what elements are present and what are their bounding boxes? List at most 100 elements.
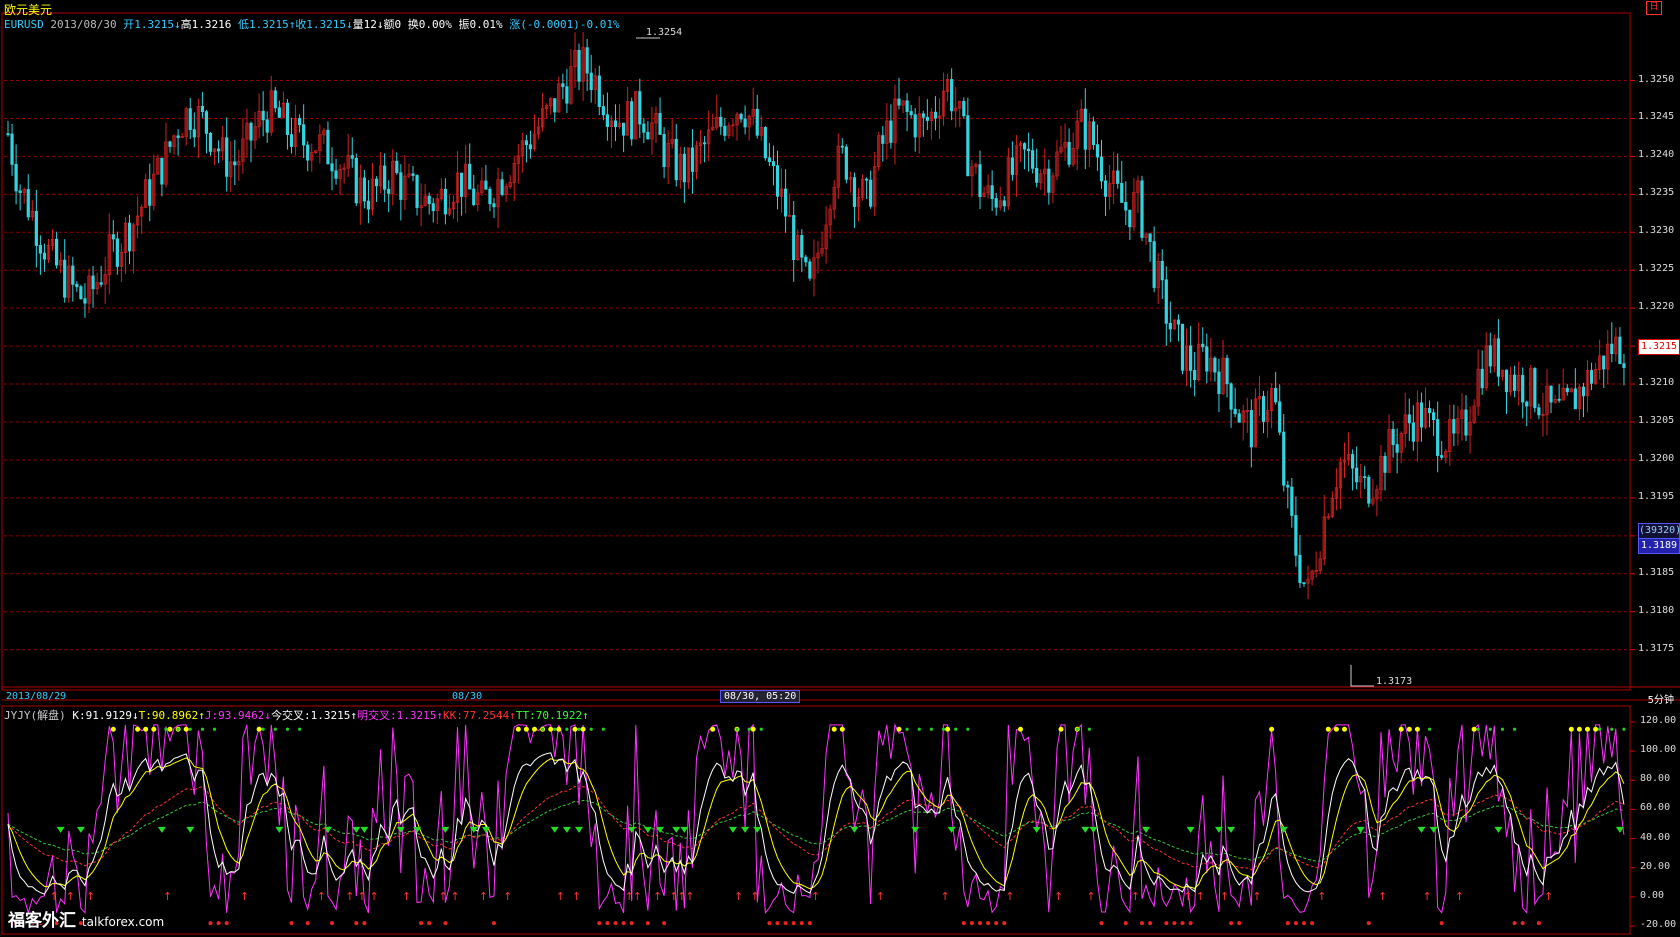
candle-down xyxy=(662,134,666,167)
top-dot-marker xyxy=(532,726,537,732)
buy-arrow-marker: ↑ xyxy=(402,890,411,903)
bottom-dot-marker xyxy=(807,921,812,926)
candle-down xyxy=(674,138,678,181)
trend-dot-marker xyxy=(553,727,557,731)
candle-down xyxy=(719,116,723,127)
trend-dot-marker xyxy=(929,727,934,731)
chart-canvas[interactable]: ↑ ↑ ↑ ↑ ↑ ↑ ↑ ↑ ↑ ↑ ↑ ↑ ↑ ↑ ↑ ↑ ↑↑ ↑ ↑↑↑ ↑ ↑ ↑ ↑ ↑ ↑ ↑ ↑ ↑ ↑ ↑ ↑ ↑ ↑ ↑ ↑ ↑ ↑ xyxy=(0,0,1680,937)
candle-down xyxy=(1027,148,1031,152)
top-dot-marker xyxy=(1342,726,1347,732)
candle-down xyxy=(1278,401,1282,433)
price-gridlines xyxy=(4,80,1635,927)
candle-down xyxy=(1432,412,1436,421)
top-dot-marker xyxy=(896,726,902,732)
buy-arrow-marker: ↑ xyxy=(811,890,820,903)
candle-down xyxy=(302,124,306,146)
candle-down xyxy=(1286,484,1290,488)
info-segment-5: 收1.3215↓ xyxy=(295,18,353,31)
buy-arrow-marker: ↑ xyxy=(451,890,460,903)
top-dot-marker xyxy=(1585,726,1590,732)
candle-down xyxy=(216,148,221,152)
bottom-dot-marker xyxy=(1140,921,1144,926)
candle-down xyxy=(443,188,448,215)
trend-dot-marker xyxy=(905,727,909,731)
buy-arrow-marker: ↑ xyxy=(240,890,249,903)
candle-down xyxy=(1480,368,1484,389)
bottom-dot-marker xyxy=(597,921,602,926)
indicator-segment-4: 今交叉:1.3215↑ xyxy=(271,709,358,722)
sell-triangle-marker xyxy=(753,826,762,833)
candle-down xyxy=(950,79,954,112)
buy-arrow-marker: ↑ xyxy=(750,890,759,903)
bottom-dot-marker xyxy=(362,921,367,926)
candle-down xyxy=(1035,167,1039,183)
candle-down xyxy=(642,123,646,133)
candle-down xyxy=(38,245,43,254)
bottom-dot-marker xyxy=(289,921,294,926)
candle-down xyxy=(148,179,152,206)
bottom-dot-marker xyxy=(1520,921,1525,926)
candle-down xyxy=(605,114,610,127)
candle-down xyxy=(1095,144,1100,158)
bottom-dot-marker xyxy=(1237,921,1242,926)
indicator-series xyxy=(7,723,1625,915)
bottom-dot-marker xyxy=(1172,921,1177,926)
top-dot-marker xyxy=(831,726,837,732)
bottom-dot-marker xyxy=(969,921,974,926)
top-dot-marker xyxy=(151,726,157,732)
top-dot-marker xyxy=(1471,726,1477,732)
trend-dot-marker xyxy=(747,727,751,731)
sell-triangle-marker xyxy=(396,826,405,833)
watermark-en: talkforex.com xyxy=(81,915,165,929)
candle-down xyxy=(362,177,367,202)
buy-arrow-marker: ↑ xyxy=(1455,890,1464,903)
sell-triangle-marker xyxy=(56,826,65,833)
candle-down xyxy=(743,118,747,128)
candle-down xyxy=(1022,143,1027,150)
top-dot-marker xyxy=(135,726,141,732)
sell-triangle-marker xyxy=(728,826,737,833)
candle-down xyxy=(1440,455,1444,458)
price-tick-label: 1.3240 xyxy=(1638,149,1675,161)
candle-down xyxy=(1537,407,1541,416)
restore-window-icon[interactable]: 日 xyxy=(1646,1,1662,15)
trend-dot-marker xyxy=(565,727,569,731)
candle-down xyxy=(1261,396,1266,422)
price-tick-label: 1.3195 xyxy=(1638,490,1675,502)
bottom-dot-marker xyxy=(1310,921,1315,926)
trend-dot-marker xyxy=(1087,727,1091,731)
candle-down xyxy=(889,120,893,143)
period-label[interactable]: 5分钟 xyxy=(1648,691,1674,706)
top-dot-marker xyxy=(1333,726,1339,732)
bottom-dot-marker xyxy=(216,921,221,926)
low-price-marker: 1.3173 xyxy=(1376,676,1413,687)
bottom-dot-marker xyxy=(1512,921,1517,926)
trend-dot-marker xyxy=(601,727,605,731)
candle-down xyxy=(1067,141,1071,165)
candle-down xyxy=(374,178,379,187)
candle-down xyxy=(472,188,476,206)
trend-dot-marker xyxy=(1488,727,1492,731)
candle-down xyxy=(1581,386,1586,397)
sell-triangle-marker xyxy=(562,826,571,833)
buy-arrow-marker: ↑ xyxy=(556,890,565,903)
candle-down xyxy=(75,283,79,288)
candle-down xyxy=(1189,345,1193,371)
sell-triangle-marker xyxy=(76,826,85,833)
trend-dot-marker xyxy=(589,727,593,731)
indicator-segment-1: K:91.9129↓ xyxy=(72,709,139,722)
candle-down xyxy=(306,144,310,161)
candle-down xyxy=(1395,444,1399,453)
candle-down xyxy=(1120,183,1124,203)
candle-down xyxy=(1229,383,1233,410)
trend-dot-marker xyxy=(941,727,946,731)
sell-triangle-marker xyxy=(323,826,332,833)
candle-down xyxy=(771,161,776,167)
trend-dot-marker xyxy=(917,727,921,731)
candle-down xyxy=(1201,343,1205,348)
sell-triangle-marker xyxy=(947,826,956,833)
sell-triangle-marker xyxy=(1142,826,1151,833)
candle-down xyxy=(277,107,281,118)
top-dot-marker xyxy=(1398,726,1404,732)
sell-triangle-marker xyxy=(1081,826,1090,833)
